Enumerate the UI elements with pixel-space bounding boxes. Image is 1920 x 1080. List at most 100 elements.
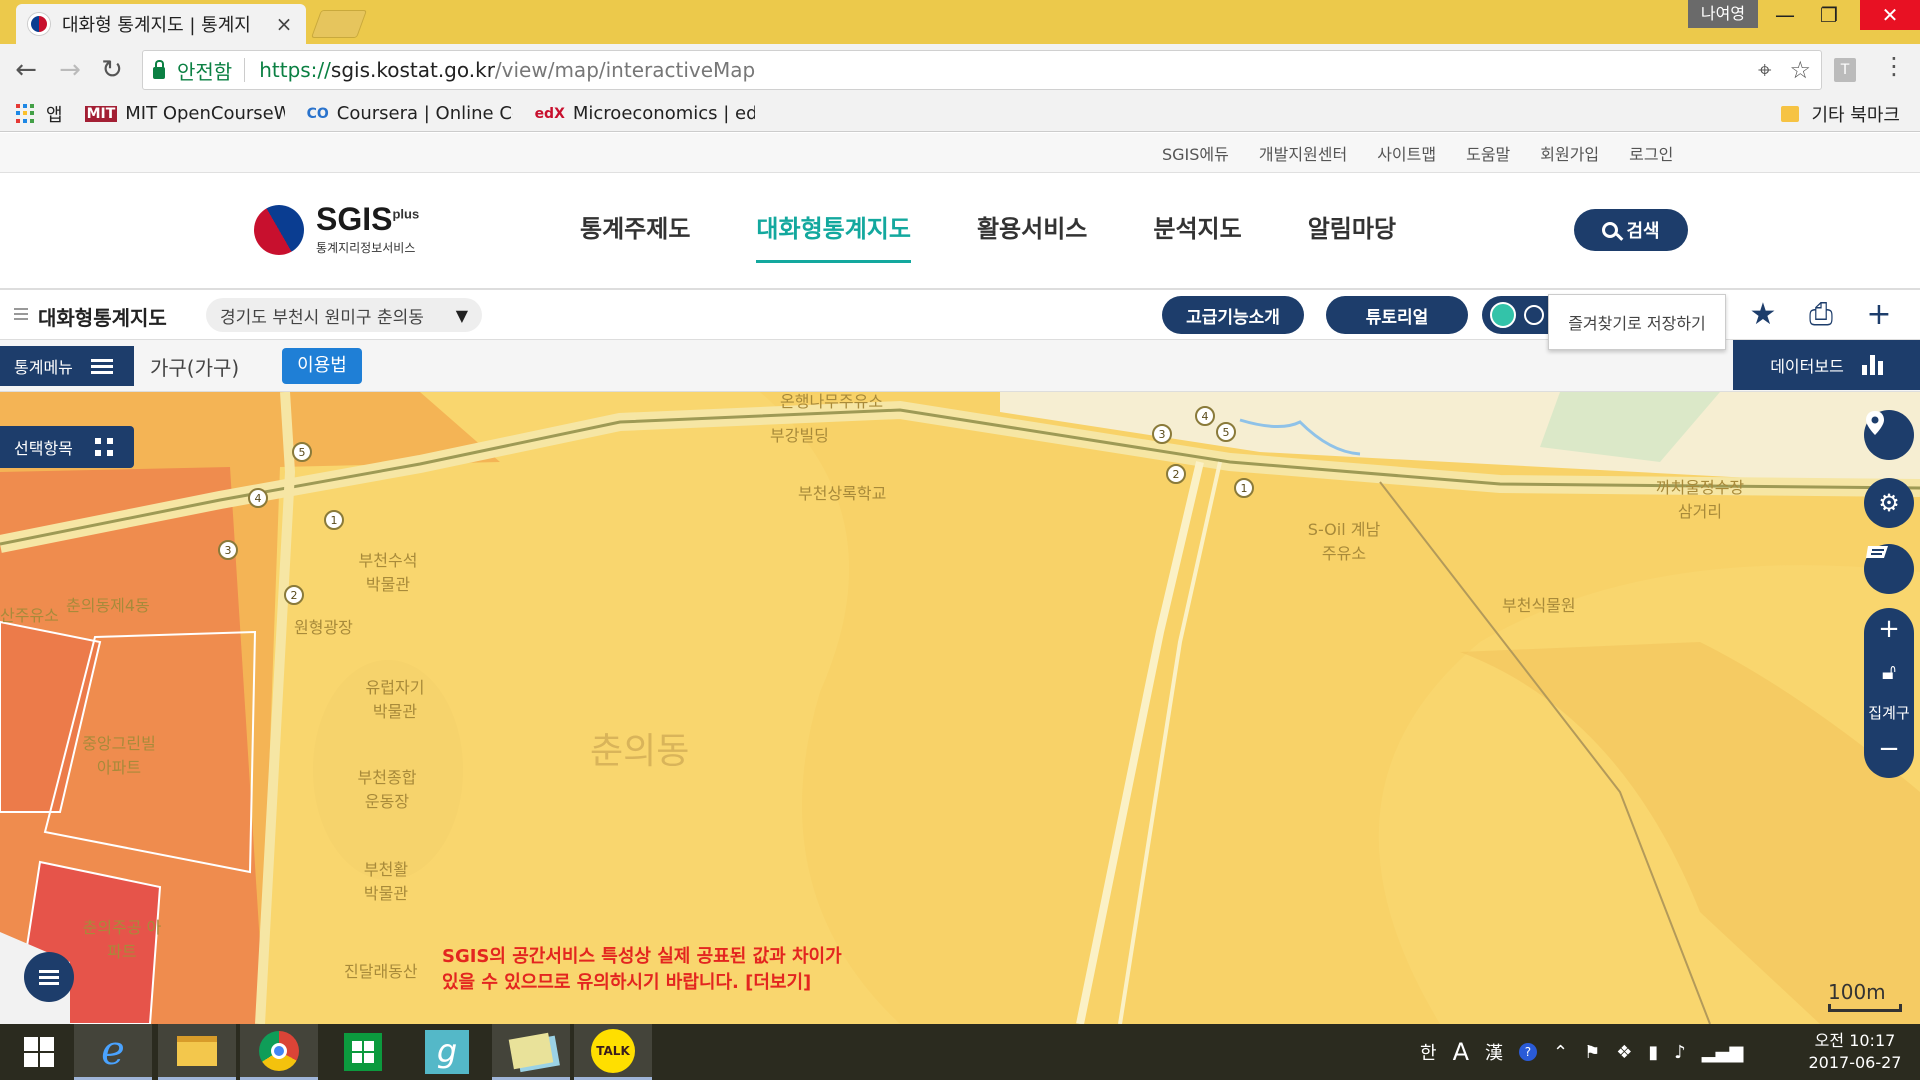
map-title: 대화형통계지도 xyxy=(38,306,167,330)
taskbar-explorer[interactable] xyxy=(158,1024,236,1080)
maximize-icon[interactable]: ❐ xyxy=(1806,0,1852,30)
taskbar-g-app[interactable]: g xyxy=(408,1024,486,1080)
stat-title: 가구(가구) xyxy=(150,356,240,380)
caret-down-icon: ▼ xyxy=(455,305,468,325)
util-link-edu[interactable]: SGIS에듀 xyxy=(1162,141,1229,165)
folder-icon xyxy=(1781,106,1800,122)
bookmark-label: MIT OpenCourseWar xyxy=(125,103,285,124)
bar-chart-icon xyxy=(1861,355,1883,375)
select-items-button[interactable]: 선택항목 xyxy=(0,426,134,468)
nav-thematic-map[interactable]: 통계주제도 xyxy=(580,209,690,263)
other-bookmarks[interactable]: 기타 북마크 xyxy=(1781,96,1900,132)
location-pin-button[interactable] xyxy=(1864,410,1914,460)
forward-icon[interactable]: → xyxy=(50,50,90,90)
address-bar[interactable]: 안전함 https:// sgis.kostat.go.kr /view/map… xyxy=(142,50,1822,90)
taskbar-sticky-notes[interactable] xyxy=(492,1024,570,1080)
tray-expand-icon[interactable]: ⌃ xyxy=(1553,1042,1568,1063)
location-target-icon[interactable]: ⌖ xyxy=(1758,56,1772,84)
map-mode-toggle[interactable] xyxy=(1482,296,1548,334)
util-link-help[interactable]: 도움말 xyxy=(1466,141,1510,165)
extension-icon[interactable]: T xyxy=(1834,58,1856,82)
usage-button[interactable]: 이용법 xyxy=(282,348,362,384)
util-link-sitemap[interactable]: 사이트맵 xyxy=(1377,141,1436,165)
layer-toggle-button[interactable] xyxy=(1864,544,1914,594)
close-window-icon[interactable]: ✕ xyxy=(1860,0,1920,30)
zoom-out-button[interactable]: − xyxy=(1864,734,1914,764)
flag-icon[interactable]: ⚑ xyxy=(1584,1042,1600,1063)
bookmark-star-icon[interactable]: ☆ xyxy=(1789,56,1811,84)
settings-button[interactable]: ⚙ xyxy=(1864,478,1914,528)
back-icon[interactable]: ← xyxy=(6,50,46,90)
ime-alpha-icon[interactable]: A xyxy=(1453,1038,1469,1066)
bookmark-mit[interactable]: MIT MIT OpenCourseWar xyxy=(84,103,285,124)
data-board-button[interactable]: 데이터보드 xyxy=(1733,340,1920,390)
clock[interactable]: 오전 10:17 2017-06-27 xyxy=(1800,1030,1910,1074)
clock-time: 오전 10:17 xyxy=(1814,1031,1896,1050)
route-number: 5 xyxy=(299,446,306,459)
clock-date: 2017-06-27 xyxy=(1808,1053,1902,1072)
search-button[interactable]: 검색 xyxy=(1574,209,1688,251)
browser-toolbar: ← → ↻ 안전함 https:// sgis.kostat.go.kr /vi… xyxy=(0,44,1920,96)
chrome-menu-icon[interactable]: ⋮ xyxy=(1882,52,1906,80)
location-select[interactable]: 경기도 부천시 원미구 춘의동 ▼ xyxy=(206,298,482,332)
bookmark-label: Coursera | Online Co xyxy=(336,103,513,124)
g-app-icon: g xyxy=(425,1030,469,1074)
new-tab-button[interactable] xyxy=(310,10,368,38)
sgis-favicon-icon xyxy=(28,13,50,35)
map-canvas[interactable]: 5 4 3 1 2 3 4 5 2 1 온행나무주유소 부강빌딩 부천상록학교 … xyxy=(0,392,1920,1024)
help-icon[interactable]: ? xyxy=(1518,1043,1537,1061)
taskbar-kakaotalk[interactable]: TALK xyxy=(574,1024,652,1080)
volume-muted-icon[interactable]: ♪ xyxy=(1674,1042,1686,1063)
reload-icon[interactable]: ↻ xyxy=(92,50,132,90)
taskbar-ie[interactable]: e xyxy=(74,1024,152,1080)
ime-korean-icon[interactable]: 한 xyxy=(1420,1039,1437,1065)
map-label: 진달래동산 xyxy=(344,962,418,981)
advanced-features-button[interactable]: 고급기능소개 xyxy=(1162,296,1304,334)
add-map-icon[interactable]: + xyxy=(1862,298,1896,332)
util-link-login[interactable]: 로그인 xyxy=(1629,141,1673,165)
legend-button[interactable] xyxy=(24,952,74,1002)
util-link-dev-center[interactable]: 개발지원센터 xyxy=(1259,141,1347,165)
network-icon[interactable]: ▂▄▆ xyxy=(1702,1042,1744,1063)
favorite-star-icon[interactable]: ★ xyxy=(1746,298,1780,332)
omnibox-actions: ⌖ ☆ xyxy=(1758,56,1811,84)
grid-icon xyxy=(94,438,113,456)
scale-label: 100m xyxy=(1828,980,1886,1004)
battery-icon[interactable]: ▮ xyxy=(1648,1042,1658,1063)
nav-notice[interactable]: 알림마당 xyxy=(1308,209,1396,263)
minimize-icon[interactable]: — xyxy=(1762,0,1808,30)
taskbar-chrome[interactable] xyxy=(240,1024,318,1080)
nav-interactive-map[interactable]: 대화형통계지도 xyxy=(756,209,911,263)
bookmark-edx[interactable]: edX Microeconomics | ed xyxy=(535,103,755,124)
util-link-signup[interactable]: 회원가입 xyxy=(1540,141,1599,165)
file-explorer-icon xyxy=(177,1035,217,1066)
map-toolbar: 대화형통계지도 경기도 부천시 원미구 춘의동 ▼ 고급기능소개 튜토리얼 즐겨… xyxy=(0,290,1920,350)
tutorial-button[interactable]: 튜토리얼 xyxy=(1326,296,1468,334)
search-label: 검색 xyxy=(1626,221,1660,242)
disclaimer-warning[interactable]: SGIS의 공간서비스 특성상 실제 공표된 값과 차이가 있을 수 있으므로 … xyxy=(442,944,842,996)
map-label: 산주유소 xyxy=(0,606,59,625)
system-tray: 한 A 漢 ? ⌃ ⚑ ❖ ▮ ♪ ▂▄▆ xyxy=(1420,1024,1743,1080)
start-button[interactable] xyxy=(0,1024,78,1080)
tab-close-icon[interactable]: × xyxy=(274,12,294,36)
mit-ocw-icon: MIT xyxy=(84,105,118,122)
aggregate-area-label[interactable]: 집계구 xyxy=(1864,702,1914,723)
layers-icon xyxy=(1866,546,1888,558)
dropbox-icon[interactable]: ❖ xyxy=(1616,1042,1632,1063)
stat-menu-button[interactable]: 통계메뉴 xyxy=(0,346,134,386)
sgis-logo[interactable]: SGISplus 통계지리정보서비스 xyxy=(244,195,419,264)
list-icon xyxy=(39,967,59,988)
ime-hanja-icon[interactable]: 漢 xyxy=(1485,1039,1503,1065)
route-number: 2 xyxy=(1173,468,1180,481)
nav-services[interactable]: 활용서비스 xyxy=(977,209,1087,263)
bookmark-apps[interactable]: 앱 xyxy=(16,101,63,127)
nav-analysis-map[interactable]: 분석지도 xyxy=(1153,209,1241,263)
taskbar-store[interactable] xyxy=(324,1024,402,1080)
print-icon[interactable]: ⎙ xyxy=(1804,298,1838,332)
profile-name[interactable]: 나여영 xyxy=(1688,0,1758,28)
bookmark-coursera[interactable]: CO Coursera | Online Co xyxy=(307,103,513,124)
unlock-icon[interactable]: 🔓︎ xyxy=(1864,660,1914,685)
stat-menu-label: 통계메뉴 xyxy=(14,358,73,377)
browser-tab[interactable]: 대화형 통계지도 | 통계지 × xyxy=(16,4,306,44)
zoom-in-button[interactable]: + xyxy=(1864,614,1914,644)
